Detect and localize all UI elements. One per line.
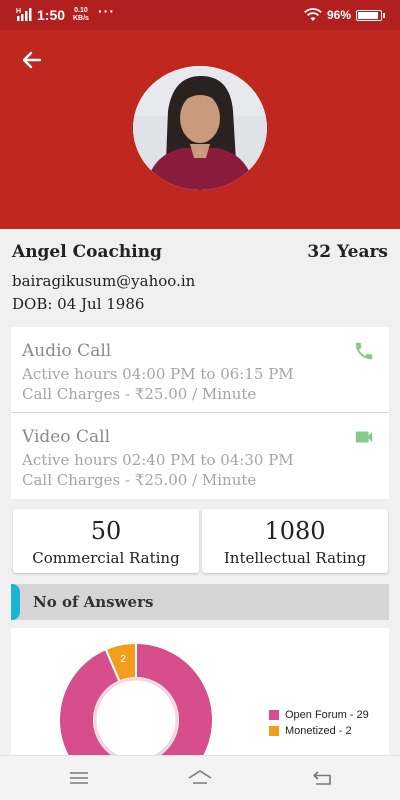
commercial-rating-value: 50	[90, 517, 122, 545]
video-call-card[interactable]: Video Call Active hours 02:40 PM to 04:3…	[11, 413, 389, 499]
intellectual-rating-value: 1080	[264, 517, 326, 545]
more-notifications-icon: ···	[98, 3, 115, 19]
legend-item: Monetized - 2	[269, 724, 369, 740]
signal-icon: H	[16, 8, 32, 21]
audio-call-card[interactable]: Audio Call Active hours 04:00 PM to 06:1…	[11, 327, 389, 413]
answers-section-title: No of Answers	[33, 593, 154, 611]
legend-swatch	[269, 726, 279, 736]
answers-section-header: No of Answers	[11, 584, 389, 620]
home-icon[interactable]	[187, 766, 213, 790]
wifi-icon	[304, 8, 322, 21]
video-call-charges: Call Charges - ₹25.00 / Minute	[22, 471, 257, 489]
donut-data-label: 2	[120, 654, 126, 665]
profile-photo	[133, 66, 267, 190]
donut-hole	[93, 677, 179, 755]
section-accent	[11, 584, 20, 620]
menu-icon[interactable]	[66, 766, 92, 790]
legend-label: Open Forum - 29	[285, 709, 369, 721]
video-call-title: Video Call	[22, 427, 111, 447]
profile-age: 32 Years	[307, 242, 388, 262]
profile-dob: DOB: 04 Jul 1986	[12, 295, 145, 313]
commercial-rating-card: 50 Commercial Rating	[13, 509, 199, 573]
audio-call-charges: Call Charges - ₹25.00 / Minute	[22, 385, 257, 403]
profile-name: Angel Coaching	[12, 242, 162, 262]
network-speed: 0.10 KB/s	[73, 7, 89, 22]
intellectual-rating-label: Intellectual Rating	[223, 549, 367, 567]
profile-info: Angel Coaching 32 Years bairagikusum@yah…	[0, 229, 400, 327]
profile-email: bairagikusum@yahoo.in	[12, 272, 196, 290]
video-call-hours: Active hours 02:40 PM to 04:30 PM	[22, 451, 294, 469]
phone-icon[interactable]	[353, 340, 375, 362]
status-bar: H 1:50 0.10 KB/s ··· 96%	[0, 0, 400, 30]
battery-icon	[356, 10, 385, 21]
system-nav-bar	[0, 755, 400, 800]
audio-call-title: Audio Call	[22, 341, 112, 361]
video-camera-icon[interactable]	[353, 426, 375, 448]
legend-item: Open Forum - 29	[269, 708, 369, 724]
legend-swatch	[269, 710, 279, 720]
legend-label: Monetized - 2	[285, 725, 352, 737]
audio-call-hours: Active hours 04:00 PM to 06:15 PM	[22, 365, 294, 383]
commercial-rating-label: Commercial Rating	[32, 549, 180, 567]
answers-chart: 2 Open Forum - 29 Monetized - 2	[11, 628, 389, 755]
svg-text:H: H	[16, 8, 21, 15]
back-icon[interactable]	[309, 766, 335, 790]
back-arrow-icon[interactable]	[18, 46, 46, 74]
avatar	[133, 66, 267, 190]
battery-percent: 96%	[327, 8, 352, 22]
status-time: 1:50	[37, 7, 66, 23]
chart-legend: Open Forum - 29 Monetized - 2	[269, 708, 369, 740]
intellectual-rating-card: 1080 Intellectual Rating	[202, 509, 388, 573]
profile-header	[0, 30, 400, 229]
